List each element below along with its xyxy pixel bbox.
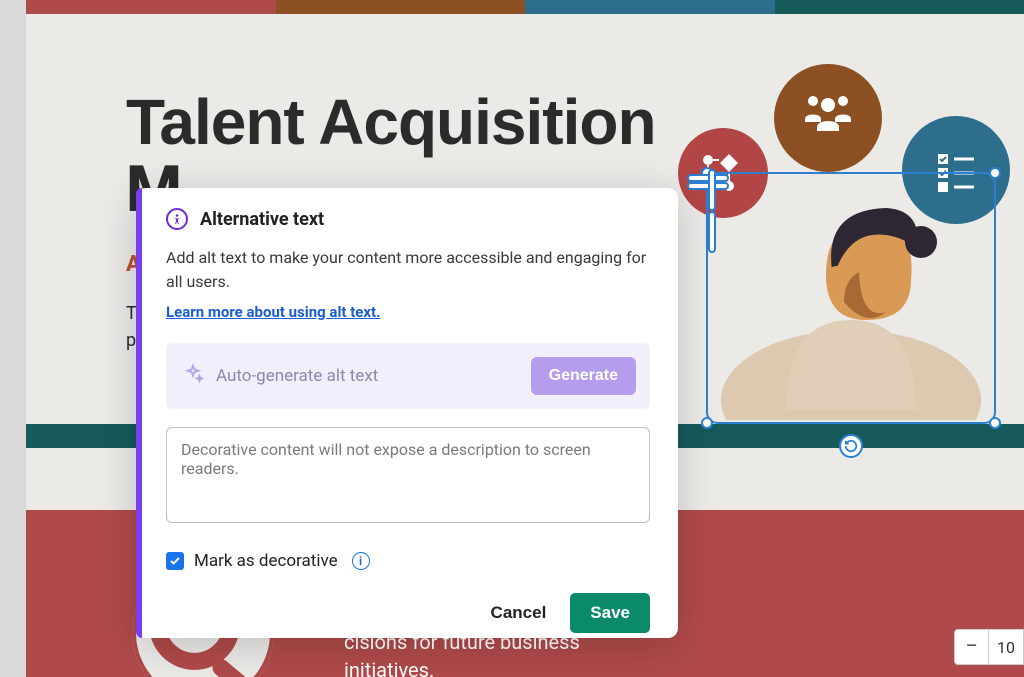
resize-handle-bl[interactable] — [701, 417, 713, 429]
resize-handle-br[interactable] — [989, 417, 1001, 429]
page-title-line1: Talent Acquisition — [126, 85, 656, 159]
people-icon — [774, 64, 882, 172]
selection-bounding-box[interactable] — [706, 172, 996, 424]
sparkle-icon — [182, 363, 204, 389]
auto-generate-label: Auto-generate alt text — [216, 366, 519, 386]
resize-handle-tr[interactable] — [989, 167, 1001, 179]
resize-handle-right[interactable] — [708, 211, 716, 253]
zoom-out-button[interactable]: − — [955, 630, 989, 664]
modal-title: Alternative text — [200, 209, 324, 230]
alt-text-input[interactable] — [166, 427, 650, 523]
accessibility-icon — [166, 208, 188, 230]
cancel-button[interactable]: Cancel — [485, 595, 553, 631]
alt-text-modal: Alternative text Add alt text to make yo… — [136, 188, 678, 638]
decorative-label: Mark as decorative — [194, 551, 338, 571]
zoom-controls: − 10 — [954, 629, 1024, 665]
decorative-checkbox[interactable] — [166, 552, 184, 570]
generate-button[interactable]: Generate — [531, 357, 636, 395]
learn-more-link[interactable]: Learn more about using alt text. — [166, 303, 380, 321]
info-icon[interactable]: i — [352, 552, 370, 570]
zoom-value[interactable]: 10 — [989, 638, 1023, 657]
top-color-bar — [26, 0, 1024, 14]
resize-handle-left[interactable] — [708, 169, 716, 211]
modal-description: Add alt text to make your content more a… — [166, 246, 650, 294]
save-button[interactable]: Save — [570, 593, 650, 633]
rotate-handle[interactable] — [839, 434, 863, 458]
auto-generate-row: Auto-generate alt text Generate — [166, 343, 650, 409]
